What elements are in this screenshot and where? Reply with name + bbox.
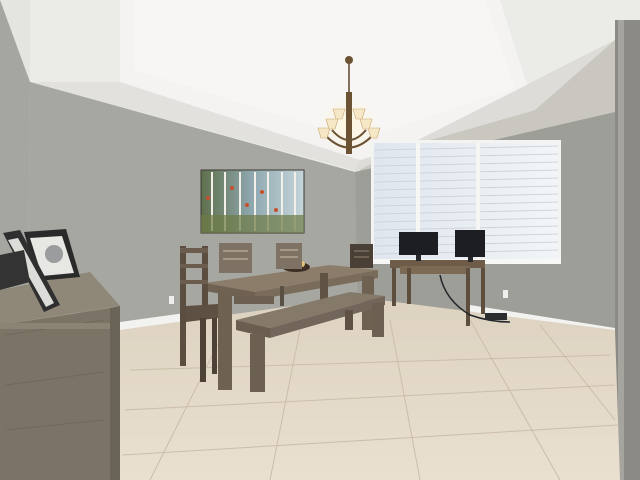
dining-room-photo: [0, 0, 640, 480]
sideboard: [0, 272, 120, 480]
birch-tree-painting: [200, 169, 305, 234]
wall-outlet-right: [503, 290, 508, 298]
wall-outlet: [169, 296, 174, 304]
